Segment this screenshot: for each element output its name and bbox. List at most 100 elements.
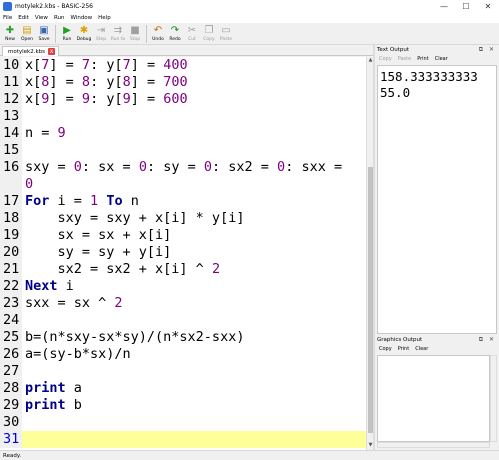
code-line[interactable]: 21 sx2 = sx2 + x[i] ^ 2 — [0, 261, 366, 278]
graphics-vscroll[interactable] — [490, 355, 497, 442]
text-output-clear-button[interactable]: Clear — [435, 56, 448, 62]
code-token: x[ — [25, 91, 42, 107]
code-token: 2 — [114, 295, 123, 311]
code-token: 2 — [211, 261, 221, 277]
toolbar-label: Save — [38, 37, 50, 42]
maximize-button[interactable]: ☐ — [455, 0, 477, 13]
code-line[interactable]: 28 print a — [0, 380, 366, 397]
graphics-output-title: Graphics Output — [377, 336, 423, 343]
line-number: 20 — [0, 244, 22, 261]
panel-float-close-icon[interactable]: ⧉ ✕ — [479, 336, 499, 344]
code-line[interactable]: 31 — [0, 431, 366, 448]
code-token: 9 — [81, 91, 91, 107]
line-number: 31 — [0, 431, 22, 448]
tab-file[interactable]: motylek2.kbs x — [2, 46, 60, 56]
paste-button[interactable]: ▭ Paste — [218, 23, 234, 44]
code-line[interactable]: 23 sxx = sx ^ 2 — [0, 295, 366, 312]
code-line[interactable]: 15 — [0, 142, 366, 159]
open-icon: ▤ — [22, 25, 32, 36]
menu-view[interactable]: View — [35, 15, 48, 21]
code-text: x[8] = 8: y[8] = 700 — [25, 74, 188, 91]
code-token: 600 — [163, 91, 188, 107]
graphics-output-clear-button[interactable]: Clear — [415, 346, 428, 352]
code-line[interactable]: 20 sy = sy + y[i] — [0, 244, 366, 261]
code-line[interactable]: 26 a=(sy-b*sx)/n — [0, 346, 366, 363]
copy-button[interactable]: ❐ Copy — [201, 23, 217, 44]
text-output-panel: Text Output ⧉ ✕ Copy Paste Print Clear 158.… — [375, 45, 499, 335]
code-line[interactable]: 24 — [0, 312, 366, 329]
code-token: 1 — [90, 193, 99, 209]
graphics-hscroll[interactable] — [377, 442, 490, 448]
code-line[interactable]: 18 sxy = sxy + x[i] * y[i] — [0, 210, 366, 227]
code-text: sxy = sxy + x[i] * y[i] — [25, 210, 245, 227]
tab-label: motylek2.kbs — [8, 48, 46, 55]
text-output-paste-button[interactable]: Paste — [398, 56, 412, 62]
open-button[interactable]: ▤ Open — [19, 23, 35, 44]
code-line[interactable]: 22 Next i — [0, 278, 366, 295]
code-token: 7 — [122, 57, 131, 73]
step-button[interactable]: ⇥ Step — [93, 23, 109, 44]
code-token: : sx = — [81, 159, 139, 175]
code-token: ] = — [49, 57, 82, 73]
tab-close-icon[interactable]: x — [48, 48, 56, 55]
editor-scrollbar[interactable]: ▲ ▼ — [366, 57, 373, 450]
graphics-canvas[interactable] — [377, 355, 490, 442]
cut-button[interactable]: ✂ Cut — [184, 23, 200, 44]
new-button[interactable]: ✚ New — [2, 23, 18, 44]
debug-button[interactable]: ✱ Debug — [76, 23, 92, 44]
redo-button[interactable]: ↷ Redo — [167, 23, 183, 44]
run-to-button[interactable]: ⇉ Run to — [110, 23, 126, 44]
code-token: 0 — [73, 159, 82, 175]
menu-help[interactable]: Help — [98, 15, 111, 21]
undo-icon: ↶ — [153, 25, 163, 36]
minimize-button[interactable]: — — [433, 0, 455, 13]
cut-icon: ✂ — [187, 25, 197, 36]
menu-run[interactable]: Run — [54, 15, 65, 21]
run-button[interactable]: ▶ Run — [59, 23, 75, 44]
graphics-output-print-button[interactable]: Print — [398, 346, 410, 352]
undo-button[interactable]: ↶ Undo — [150, 23, 166, 44]
code-line[interactable]: 14 n = 9 — [0, 125, 366, 142]
code-token: ] = — [49, 74, 82, 90]
code-token: x[ — [25, 74, 42, 90]
code-line[interactable]: 16 sxy = 0: sx = 0: sy = 0: sx2 = 0: sxx … — [0, 159, 366, 176]
code-token: b=(n*sxy-sx*sy)/(n*sx2-sxx) — [25, 329, 245, 345]
code-line[interactable]: 30 — [0, 414, 366, 431]
menu-file[interactable]: File — [3, 15, 12, 21]
code-line[interactable]: 11 x[8] = 8: y[8] = 700 — [0, 74, 366, 91]
text-output-copy-button[interactable]: Copy — [379, 56, 392, 62]
code-token: sxy = — [25, 159, 74, 175]
code-token: : y[ — [90, 74, 123, 90]
code-editor[interactable]: 10 x[7] = 7: y[7] = 400 11 x[8] = 8: y[8] =… — [0, 57, 366, 450]
code-token: 7 — [81, 57, 91, 73]
save-button[interactable]: ▣ Save — [36, 23, 52, 44]
line-number: 14 — [0, 125, 22, 142]
line-number: 12 — [0, 91, 22, 108]
panel-float-close-icon[interactable]: ⧉ ✕ — [479, 46, 499, 54]
code-line[interactable]: 27 — [0, 363, 366, 380]
code-line[interactable]: 17 For i = 1 To n — [0, 193, 366, 210]
save-icon: ▣ — [39, 25, 49, 36]
code-text: x[9] = 9: y[9] = 600 — [25, 91, 188, 108]
menu-window[interactable]: Window — [70, 15, 92, 21]
code-token: 0 — [203, 159, 213, 175]
code-token: Next — [25, 278, 58, 294]
code-line[interactable]: 25 b=(n*sxy-sx*sy)/(n*sx2-sxx) — [0, 329, 366, 346]
toolbar: ✚ New ▤ Open ▣ Save ▶ Run ✱ Debug ⇥ Step ⇉ Run to ■ Sto… — [0, 23, 499, 45]
code-token: 0 — [138, 159, 147, 175]
code-line[interactable]: 13 — [0, 108, 366, 125]
code-line[interactable]: 12 x[9] = 9: y[9] = 600 — [0, 91, 366, 108]
stop-button[interactable]: ■ Stop — [127, 23, 143, 44]
code-line[interactable]: 19 sx = sx + x[i] — [0, 227, 366, 244]
graphics-output-copy-button[interactable]: Copy — [379, 346, 392, 352]
line-number: 24 — [0, 312, 22, 329]
menu-edit[interactable]: Edit — [18, 15, 29, 21]
code-line[interactable]: 29 print b — [0, 397, 366, 414]
step-icon: ⇥ — [96, 25, 106, 36]
code-line[interactable]: 0 — [0, 176, 366, 193]
text-output-area[interactable]: 158.333333333 55.0 — [377, 65, 497, 334]
close-button[interactable]: ✕ — [477, 0, 499, 13]
code-token: i = — [49, 193, 91, 209]
text-output-print-button[interactable]: Print — [417, 56, 429, 62]
code-line[interactable]: 10 x[7] = 7: y[7] = 400 — [0, 57, 366, 74]
